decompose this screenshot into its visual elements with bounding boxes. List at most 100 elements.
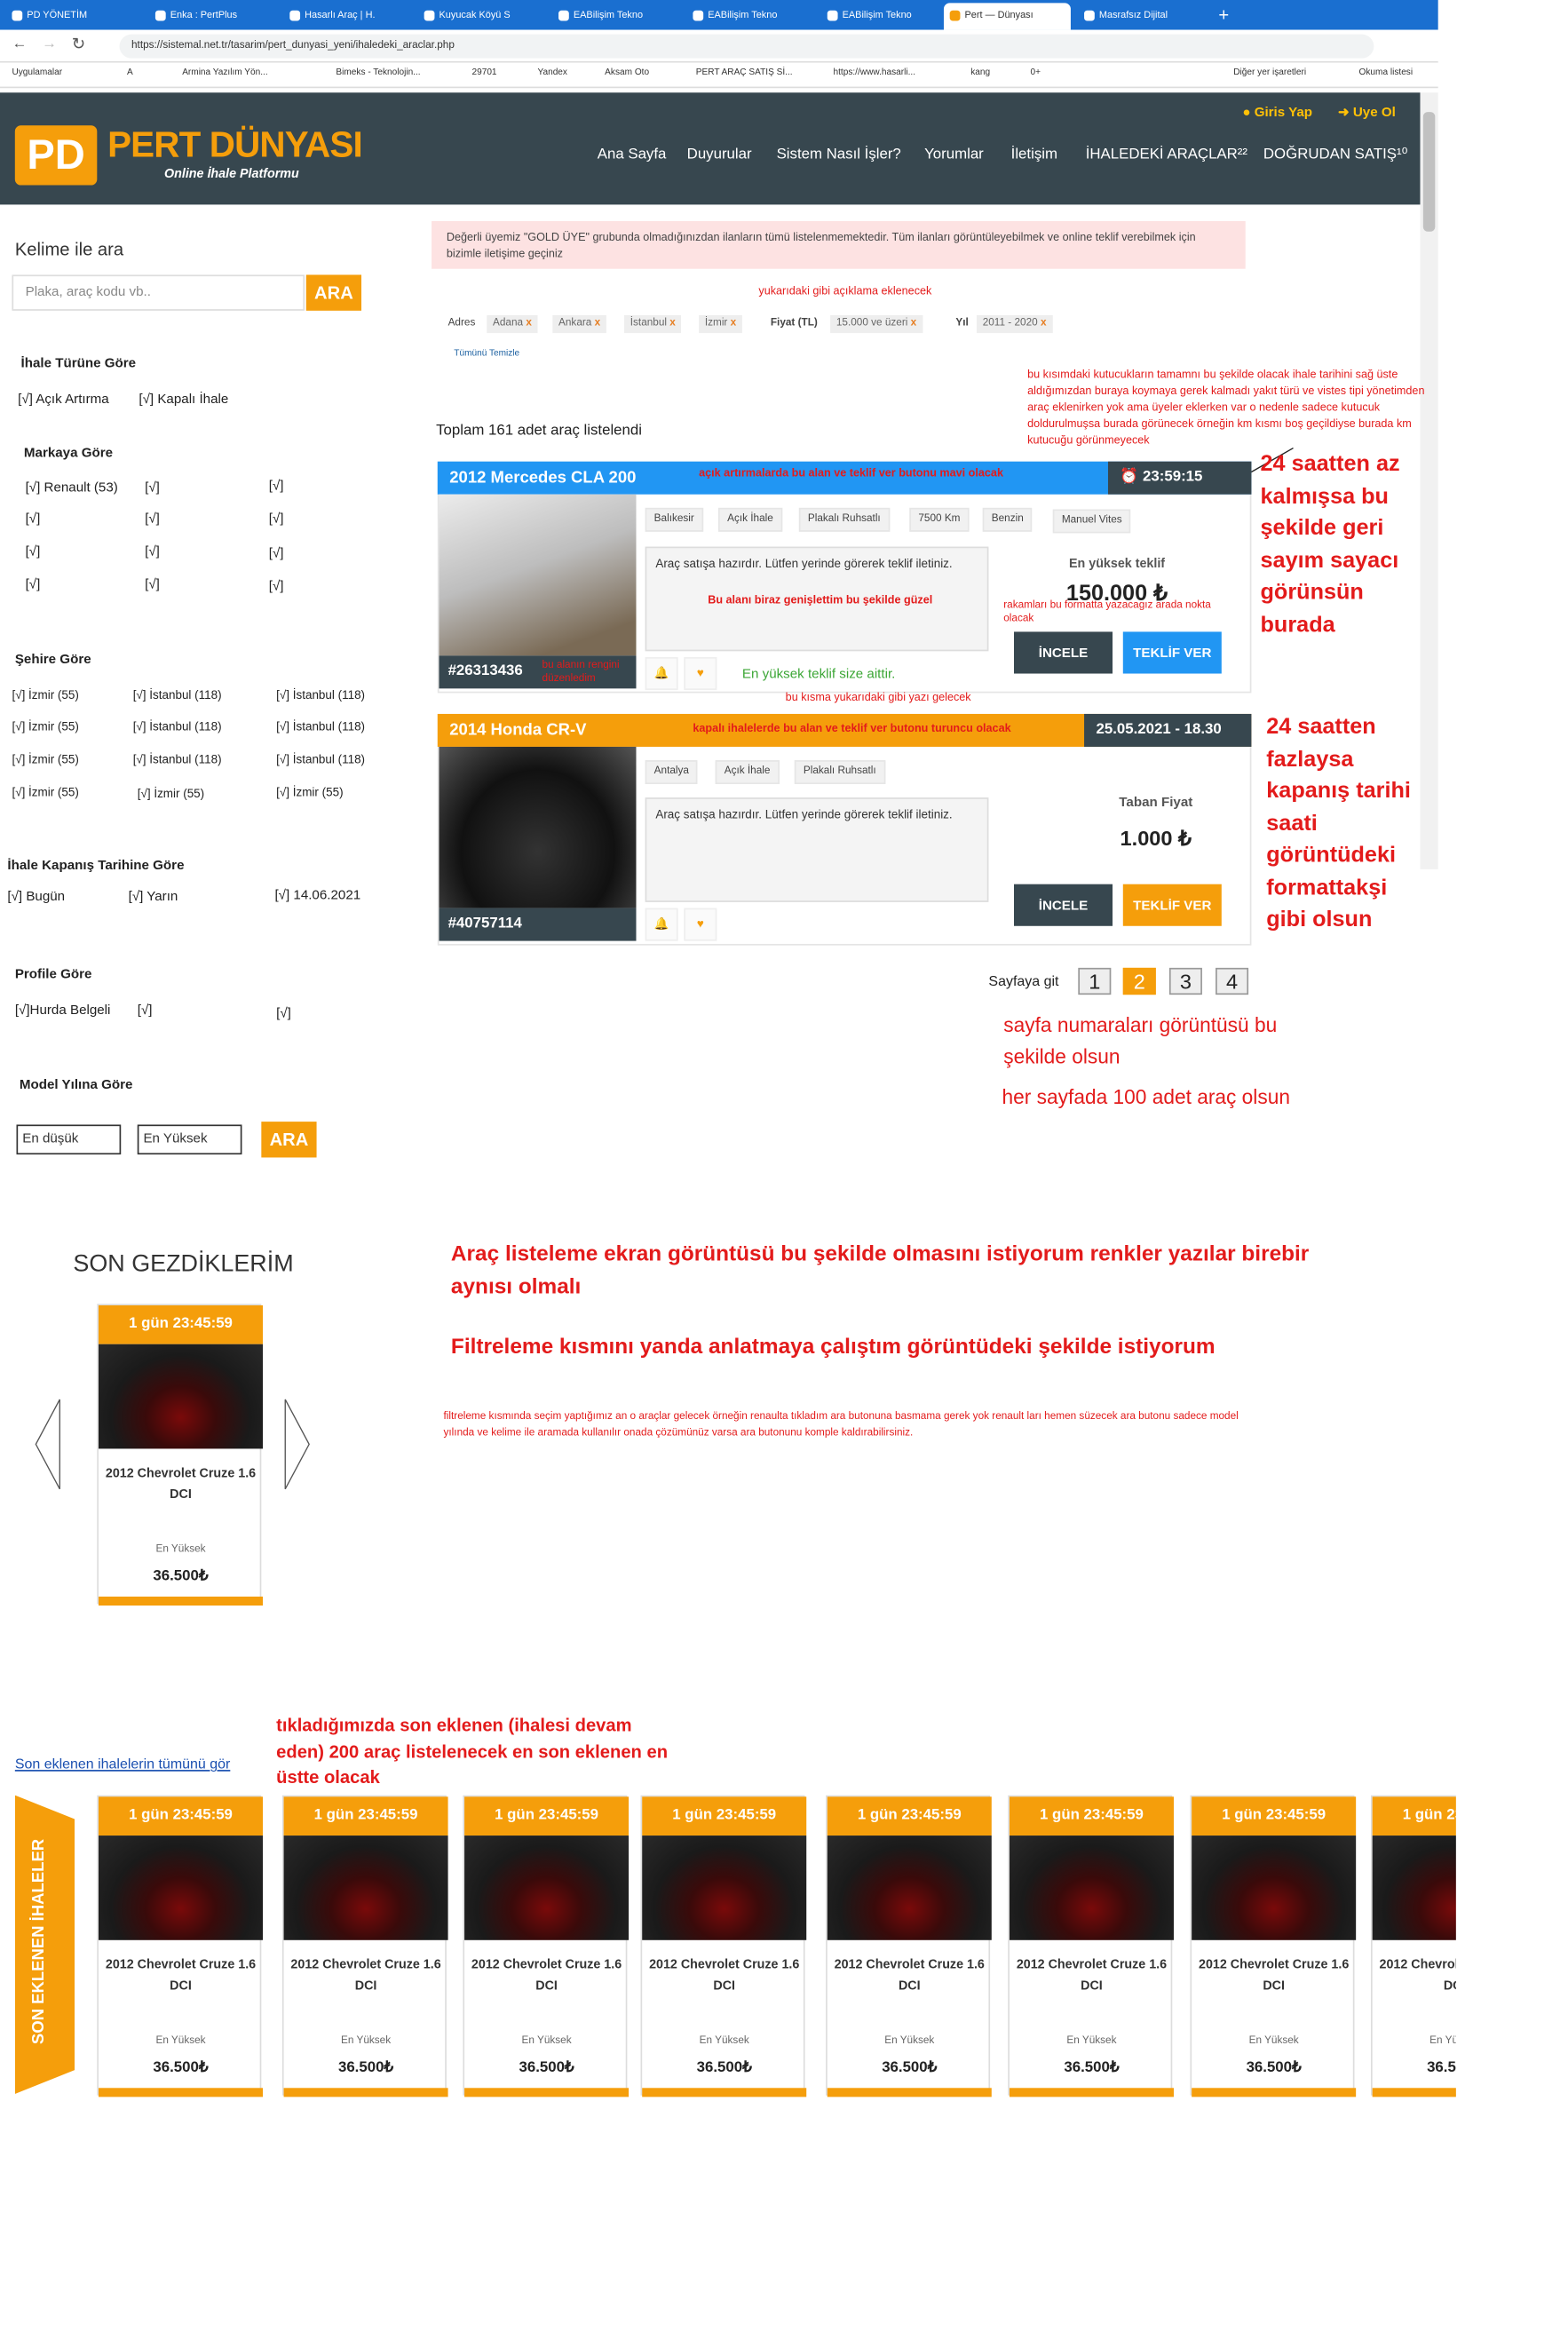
car-photo[interactable] — [439, 746, 637, 908]
carousel-next-icon[interactable] — [282, 1392, 313, 1497]
bookmark[interactable]: https://www.hasarli... — [834, 68, 916, 77]
bookmark[interactable]: 29701 — [471, 68, 496, 77]
bookmark[interactable]: Diğer yer işaretleri — [1233, 68, 1306, 77]
bookmark[interactable]: Yandex — [537, 68, 566, 77]
new-listing-card[interactable]: 1 gün 23:45:59 2012 Chevrolet Cruze 1.6 D… — [826, 1795, 992, 2097]
filter-profile[interactable]: [√]Hurda Belgeli — [15, 1003, 111, 1018]
filter-brand[interactable]: [√] — [269, 578, 284, 593]
filter-brand[interactable]: [√] — [145, 543, 160, 559]
carousel-prev-icon[interactable] — [33, 1392, 63, 1497]
nav-auction-cars[interactable]: İHALEDEKİ ARAÇLAR²² — [1086, 147, 1247, 163]
nav-contact[interactable]: İletişim — [1011, 147, 1057, 163]
filter-brand[interactable]: [√] — [269, 511, 284, 526]
nav-direct-sale[interactable]: DOĞRUDAN SATIŞ¹⁰ — [1263, 147, 1407, 163]
filter-brand[interactable]: [√] — [26, 511, 41, 526]
nav-home[interactable]: Ana Sayfa — [598, 147, 667, 163]
logo-title[interactable]: PERT DÜNYASI — [107, 125, 363, 167]
filter-brand[interactable]: [√] — [145, 511, 160, 526]
new-tab-icon[interactable]: + — [1218, 4, 1229, 26]
filter-brand[interactable]: [√] — [269, 545, 284, 560]
active-filter-chip[interactable]: 2011 - 2020 x — [976, 314, 1053, 334]
recently-viewed-card[interactable]: 1 gün 23:45:59 2012 Chevrolet Cruze 1.6 … — [97, 1304, 264, 1606]
browser-tab[interactable]: EABilişim Tekno — [687, 3, 814, 29]
filter-brand[interactable]: [√] — [145, 480, 160, 495]
filter-brand[interactable]: [√] Renault (53) — [26, 480, 118, 495]
back-icon[interactable]: ← — [12, 36, 27, 52]
browser-tab[interactable]: EABilişim Tekno — [552, 3, 679, 29]
scrollbar-thumb[interactable] — [1422, 112, 1436, 232]
active-filter-chip[interactable]: Ankara x — [552, 314, 606, 334]
new-listing-card[interactable]: 1 gün 23:45:59 2012 Chevrolet Cruze 1.6 D… — [1370, 1795, 1456, 2097]
reload-icon[interactable]: ↻ — [72, 35, 86, 53]
browser-tab[interactable]: Masrafsız Dijital — [1078, 3, 1205, 29]
notification-bell-icon[interactable]: 🔔 — [645, 908, 678, 941]
nav-reviews[interactable]: Yorumlar — [924, 147, 984, 163]
filter-city[interactable]: [√] İzmir (55) — [138, 787, 204, 800]
inspect-button[interactable]: İNCELE — [1014, 631, 1113, 674]
filter-auction-closed[interactable]: [√] Kapalı İhale — [139, 392, 228, 407]
filter-city[interactable]: [√] İzmir (55) — [276, 786, 343, 799]
make-offer-button[interactable]: TEKLİF VER — [1122, 884, 1222, 926]
remove-filter-icon[interactable]: x — [911, 318, 917, 329]
login-link[interactable]: ● Giris Yap — [1242, 105, 1312, 120]
filter-city[interactable]: [√] İzmir (55) — [12, 688, 78, 702]
nav-how-it-works[interactable]: Sistem Nasıl İşler? — [777, 147, 901, 163]
filter-closing-today[interactable]: [√] Bugün — [7, 889, 65, 904]
bookmark[interactable]: A — [127, 68, 133, 77]
remove-filter-icon[interactable]: x — [1041, 318, 1047, 329]
active-filter-chip[interactable]: 15.000 ve üzeri x — [830, 314, 923, 334]
active-filter-chip[interactable]: İzmir x — [699, 314, 742, 334]
favorite-heart-icon[interactable]: ♥ — [684, 908, 717, 941]
filter-profile[interactable]: [√] — [276, 1005, 291, 1020]
browser-tab[interactable]: Enka : PertPlus — [149, 3, 276, 29]
remove-filter-icon[interactable]: x — [731, 318, 737, 329]
bookmark[interactable]: Bimeks - Teknolojin... — [336, 68, 420, 77]
bookmark[interactable]: Aksam Oto — [605, 68, 649, 77]
address-bar[interactable]: https://sistemal.net.tr/tasarim/pert_dun… — [119, 34, 1374, 59]
nav-announcements[interactable]: Duyurular — [687, 147, 752, 163]
notification-bell-icon[interactable]: 🔔 — [645, 657, 678, 691]
browser-tab[interactable]: EABilişim Tekno — [821, 3, 941, 29]
new-listing-card[interactable]: 1 gün 23:45:59 2012 Chevrolet Cruze 1.6 D… — [1190, 1795, 1357, 2097]
remove-filter-icon[interactable]: x — [595, 318, 601, 329]
search-button[interactable]: ARA — [305, 274, 362, 311]
active-filter-chip[interactable]: İstanbul x — [624, 314, 682, 334]
filter-closing-date[interactable]: [√] 14.06.2021 — [274, 887, 360, 902]
model-year-max-input[interactable]: En Yüksek — [137, 1124, 242, 1155]
filter-brand[interactable]: [√] — [269, 478, 284, 493]
bookmark[interactable]: PERT ARAÇ SATIŞ Sİ... — [696, 68, 793, 77]
bookmark[interactable]: 0+ — [1031, 68, 1041, 77]
bookmark[interactable]: Armina Yazılım Yön... — [182, 68, 267, 77]
page-button[interactable]: 3 — [1168, 967, 1202, 995]
model-year-search-button[interactable]: ARA — [261, 1122, 317, 1158]
filter-brand[interactable]: [√] — [26, 543, 41, 559]
model-year-min-input[interactable]: En düşük — [16, 1124, 122, 1155]
browser-tab-active[interactable]: Pert — Dünyası — [943, 3, 1071, 30]
filter-auction-open[interactable]: [√] Açık Artırma — [18, 392, 109, 407]
bookmark[interactable]: Okuma listesi — [1359, 68, 1414, 77]
new-listing-card[interactable]: 1 gün 23:45:59 2012 Chevrolet Cruze 1.6 D… — [640, 1795, 807, 2097]
filter-city[interactable]: [√] İstanbul (118) — [133, 688, 222, 702]
filter-city[interactable]: [√] İstanbul (118) — [133, 753, 222, 766]
inspect-button[interactable]: İNCELE — [1014, 884, 1113, 926]
bookmark[interactable]: Uygulamalar — [12, 68, 62, 77]
browser-tab[interactable]: Kuyucak Köyü S — [418, 3, 545, 29]
filter-city[interactable]: [√] İstanbul (118) — [133, 720, 222, 733]
keyword-search-input[interactable]: Plaka, araç kodu vb.. — [12, 274, 305, 311]
page-button-active[interactable]: 2 — [1122, 967, 1156, 995]
active-filter-chip[interactable]: Adana x — [487, 314, 538, 334]
new-listing-card[interactable]: 1 gün 23:45:59 2012 Chevrolet Cruze 1.6 D… — [97, 1795, 264, 2097]
filter-profile[interactable]: [√] — [138, 1003, 153, 1018]
filter-city[interactable]: [√] İzmir (55) — [12, 753, 78, 766]
page-button[interactable]: 4 — [1216, 967, 1249, 995]
filter-brand[interactable]: [√] — [26, 576, 41, 591]
car-photo[interactable] — [439, 494, 637, 656]
remove-filter-icon[interactable]: x — [669, 318, 676, 329]
clear-filters-link[interactable]: Tümünü Temizle — [454, 350, 519, 359]
filter-city[interactable]: [√] İstanbul (118) — [276, 720, 365, 733]
register-link[interactable]: ➜ Uye Ol — [1338, 105, 1396, 122]
see-all-new-listings-link[interactable]: Son eklenen ihalelerin tümünü gör — [15, 1756, 231, 1773]
filter-city[interactable]: [√] İstanbul (118) — [276, 688, 365, 702]
logo-mark[interactable]: PD — [14, 125, 98, 186]
new-listing-card[interactable]: 1 gün 23:45:59 2012 Chevrolet Cruze 1.6 D… — [281, 1795, 448, 2097]
